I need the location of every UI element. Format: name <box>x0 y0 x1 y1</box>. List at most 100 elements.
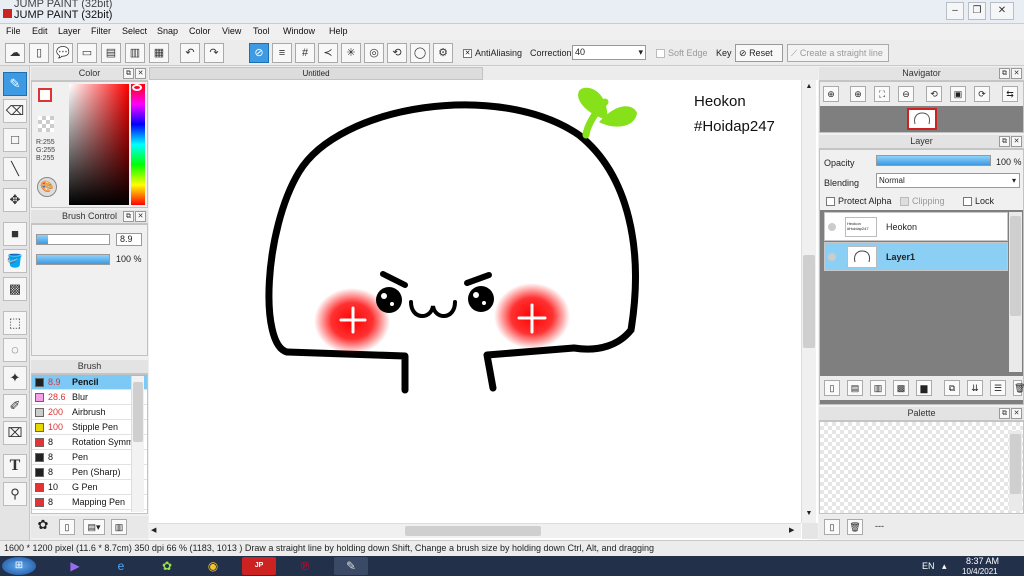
rect-select-tool-icon[interactable]: ⬚ <box>3 311 27 335</box>
minimize-button[interactable]: ‒ <box>946 2 964 20</box>
color-palette-icon[interactable]: 🎨 <box>37 177 57 197</box>
close-button[interactable]: ✕ <box>990 2 1014 20</box>
panel-float-icon[interactable]: ⧉ <box>999 68 1010 79</box>
antialiasing-toggle[interactable]: ✕ AntiAliasing <box>463 48 522 59</box>
snap-settings-icon[interactable]: ⚙ <box>433 43 453 63</box>
zoom-out-icon[interactable]: ⊖ <box>898 86 914 102</box>
menu-snap[interactable]: Snap <box>157 26 178 36</box>
speech-bubble-icon[interactable]: 💬 <box>53 43 73 63</box>
paint-app-icon[interactable]: ✎ <box>334 557 368 575</box>
protect-alpha-checkbox[interactable] <box>826 197 835 207</box>
layer-list-scrollbar[interactable] <box>1009 212 1022 372</box>
magic-wand-tool-icon[interactable]: ✦ <box>3 366 27 390</box>
clipping-toggle[interactable]: Clipping <box>900 196 945 207</box>
line-tool-icon[interactable]: ╲ <box>3 157 27 181</box>
visibility-icon[interactable] <box>828 223 836 231</box>
layer-row-layer1[interactable]: Layer1 <box>824 242 1008 271</box>
reset-button[interactable]: ⊘ Reset <box>735 44 783 62</box>
new-brush-icon[interactable]: ▯ <box>59 519 75 535</box>
snap-ellipse-icon[interactable]: ◯ <box>410 43 430 63</box>
scrollbar-thumb[interactable] <box>1010 434 1021 494</box>
panel-close-icon[interactable]: ✕ <box>1011 408 1022 419</box>
eyedropper-tool-icon[interactable]: ⚲ <box>3 482 27 506</box>
visibility-icon[interactable] <box>828 253 836 261</box>
app-green-icon[interactable]: ✿ <box>150 557 184 575</box>
clock-time[interactable]: 8:37 AM <box>966 556 999 566</box>
delete-layer-icon[interactable]: 🗑 <box>1013 380 1024 396</box>
layer-row-heokon[interactable]: Heokon #Hoidap247 Heokon <box>824 212 1008 241</box>
brush-delete-icon[interactable]: ▥ <box>111 519 127 535</box>
snap-grid-icon[interactable]: # <box>295 43 315 63</box>
blending-select[interactable]: Normal ▾ <box>876 173 1020 188</box>
brush-opacity-slider[interactable] <box>36 254 110 265</box>
menu-help[interactable]: Help <box>329 26 348 36</box>
brush-menu-icon[interactable]: ▤▾ <box>83 519 105 535</box>
hue-slider-handle[interactable] <box>132 84 142 91</box>
panel-float-icon[interactable]: ⧉ <box>999 408 1010 419</box>
saturation-value-picker[interactable] <box>69 84 129 205</box>
panel-close-icon[interactable]: ✕ <box>135 68 146 79</box>
panel-close-icon[interactable]: ✕ <box>135 211 146 222</box>
pen-tool-icon[interactable]: ✎ <box>3 72 27 96</box>
panel-float-icon[interactable]: ⧉ <box>123 68 134 79</box>
jump-paint-icon[interactable]: JP <box>242 557 276 575</box>
brush-size-slider[interactable] <box>36 234 110 245</box>
select-eraser-tool-icon[interactable]: ⌧ <box>3 421 27 445</box>
menu-layer[interactable]: Layer <box>58 26 81 36</box>
scrollbar-thumb[interactable] <box>405 526 541 536</box>
brush-size-field[interactable]: 8.9 <box>116 233 142 246</box>
foreground-color-swatch[interactable] <box>38 88 52 102</box>
internet-explorer-icon[interactable]: e <box>104 557 138 575</box>
layer-settings-icon[interactable]: ☰ <box>990 380 1006 396</box>
flip-icon[interactable]: ⇆ <box>1002 86 1018 102</box>
palette-swatches[interactable] <box>819 421 1024 514</box>
palette-scrollbar[interactable] <box>1009 431 1022 511</box>
menu-select[interactable]: Select <box>122 26 147 36</box>
scroll-right-icon[interactable]: ▶ <box>789 526 794 534</box>
clock-date[interactable]: 10/4/2021 <box>962 567 998 576</box>
lasso-select-tool-icon[interactable]: ◌ <box>3 338 27 362</box>
antialiasing-checkbox[interactable]: ✕ <box>463 49 472 59</box>
redo-icon[interactable]: ↷ <box>204 43 224 63</box>
menu-tool[interactable]: Tool <box>253 26 270 36</box>
select-pen-tool-icon[interactable]: ✐ <box>3 394 27 418</box>
gradient-tool-icon[interactable]: ▩ <box>3 277 27 301</box>
new-folder-icon[interactable]: ▆ <box>916 380 932 396</box>
delete-palette-color-icon[interactable]: 🗑 <box>847 519 863 535</box>
new-1bit-layer-icon[interactable]: ▥ <box>870 380 886 396</box>
panel-float-icon[interactable]: ⧉ <box>999 136 1010 147</box>
new-file-icon[interactable]: ▯ <box>29 43 49 63</box>
bucket-tool-icon[interactable]: 🪣 <box>3 249 27 273</box>
lock-checkbox[interactable] <box>963 197 972 207</box>
scroll-left-icon[interactable]: ◀ <box>151 526 156 534</box>
snap-parallel-icon[interactable]: ≡ <box>272 43 292 63</box>
scrollbar-thumb[interactable] <box>803 255 815 348</box>
merge-down-icon[interactable]: ⇊ <box>967 380 983 396</box>
snap-off-icon[interactable]: ⊘ <box>249 43 269 63</box>
navigator-thumbnail[interactable] <box>907 108 937 130</box>
fit-canvas-icon[interactable]: ▣ <box>950 86 966 102</box>
tray-chevron-icon[interactable]: ▴ <box>942 561 947 572</box>
scroll-up-icon[interactable]: ▲ <box>803 83 815 93</box>
rotate-left-icon[interactable]: ⟲ <box>926 86 942 102</box>
page-icon[interactable]: ▤ <box>101 43 121 63</box>
protect-alpha-toggle[interactable]: Protect Alpha <box>826 196 892 207</box>
new-tone-layer-icon[interactable]: ▩ <box>893 380 909 396</box>
layout-icon[interactable]: ▦ <box>149 43 169 63</box>
add-palette-color-icon[interactable]: ▯ <box>824 519 840 535</box>
lock-toggle[interactable]: Lock <box>963 196 994 207</box>
menu-window[interactable]: Window <box>283 26 315 36</box>
menu-file[interactable]: File <box>6 26 21 36</box>
menu-view[interactable]: View <box>222 26 241 36</box>
start-button[interactable]: ⊞ <box>2 557 36 575</box>
snap-radial-icon[interactable]: ✳ <box>341 43 361 63</box>
shape-tool-icon[interactable]: □ <box>3 128 27 152</box>
comment-icon[interactable]: ▭ <box>77 43 97 63</box>
eraser-tool-icon[interactable]: ⌫ <box>3 99 27 123</box>
restore-button[interactable]: ❐ <box>968 2 986 20</box>
menu-color[interactable]: Color <box>189 26 211 36</box>
menu-filter[interactable]: Filter <box>91 26 111 36</box>
snap-concentric-icon[interactable]: ◎ <box>364 43 384 63</box>
cloud-icon[interactable]: ☁ <box>5 43 25 63</box>
canvas-horizontal-scrollbar[interactable]: ◀ ▶ <box>149 523 801 538</box>
